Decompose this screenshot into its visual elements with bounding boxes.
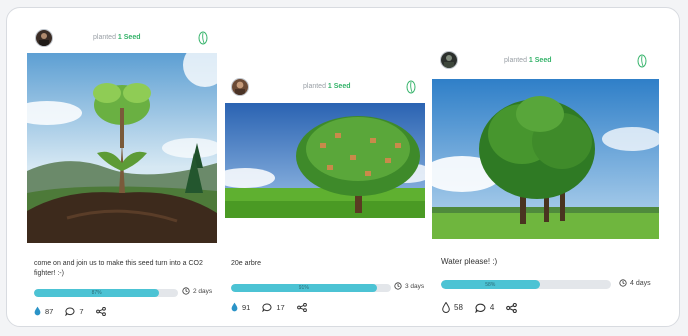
cards-container: planted 1 Seed come on and join us to ma…	[6, 7, 680, 327]
water-drop-icon	[34, 306, 41, 316]
water-drop-icon	[442, 302, 450, 313]
post-caption: come on and join us to make this seed tu…	[34, 260, 203, 277]
days-remaining: 2 days	[182, 287, 212, 295]
user-avatar[interactable]	[440, 51, 458, 69]
progress-label: 58%	[485, 281, 496, 288]
progress-fill: 58%	[441, 280, 540, 289]
progress-label: 91%	[298, 285, 309, 291]
tree-photo[interactable]	[432, 79, 659, 239]
comment-button[interactable]: 4	[475, 303, 494, 313]
user-avatar[interactable]	[231, 78, 249, 96]
growth-progress-bar: 87%	[34, 289, 178, 297]
share-icon	[95, 306, 106, 316]
comment-icon	[262, 302, 272, 312]
clock-icon	[394, 282, 402, 290]
comment-button[interactable]: 17	[262, 302, 285, 312]
water-drop-icon	[231, 302, 238, 312]
leaf-icon[interactable]	[406, 80, 416, 94]
growth-progress-bar: 58%	[441, 280, 611, 289]
card-header: planted 1 Seed	[26, 21, 226, 51]
water-button[interactable]: 87	[34, 306, 53, 316]
card-actions: 58 4	[442, 302, 529, 313]
seed-count: 1 Seed	[327, 83, 351, 90]
days-remaining: 4 days	[619, 279, 651, 287]
progress-label: 87%	[91, 290, 102, 296]
planted-label: planted 1 Seed	[93, 34, 141, 41]
water-count: 87	[45, 306, 54, 316]
card-header: planted 1 Seed	[431, 39, 671, 69]
post-caption: 20e arbre	[231, 260, 261, 267]
comment-icon	[475, 303, 486, 313]
progress-fill: 91%	[231, 284, 377, 292]
post-caption: Water please! :)	[441, 257, 498, 266]
growth-progress-bar: 91%	[231, 284, 391, 292]
seed-count: 1 Seed	[528, 57, 552, 64]
share-icon	[506, 302, 518, 313]
comment-count: 7	[79, 306, 84, 316]
days-remaining: 3 days	[394, 282, 424, 290]
tree-card-1[interactable]: planted 1 Seed come on and join us to ma…	[26, 21, 226, 323]
comment-count: 17	[276, 302, 285, 312]
water-button[interactable]: 91	[231, 302, 250, 312]
water-count: 91	[242, 302, 251, 312]
comment-count: 4	[489, 303, 495, 312]
leaf-icon[interactable]	[198, 31, 208, 45]
card-actions: 91 17	[231, 302, 319, 312]
card-header: planted 1 Seed	[222, 66, 427, 96]
seed-count: 1 Seed	[117, 34, 141, 41]
planted-label: planted 1 Seed	[303, 83, 351, 90]
water-count: 58	[454, 303, 463, 312]
share-button[interactable]	[95, 306, 106, 316]
progress-fill: 87%	[34, 289, 160, 297]
comment-button[interactable]: 7	[65, 306, 84, 316]
comment-icon	[65, 306, 75, 316]
clock-icon	[619, 279, 627, 287]
share-button[interactable]	[296, 302, 307, 312]
water-button[interactable]: 58	[442, 302, 463, 313]
tree-photo[interactable]	[27, 53, 217, 243]
tree-card-2[interactable]: planted 1 Seed 20e arbre 91% 3 days 91 1…	[222, 66, 427, 318]
user-avatar[interactable]	[35, 29, 53, 47]
clock-icon	[182, 287, 190, 295]
planted-label: planted 1 Seed	[504, 57, 552, 64]
card-actions: 87 7	[34, 306, 118, 316]
share-icon	[296, 302, 307, 312]
leaf-icon[interactable]	[637, 54, 647, 68]
tree-photo[interactable]	[225, 103, 425, 218]
tree-card-3[interactable]: planted 1 Seed Water please!:) 58% 4 da…	[431, 39, 671, 319]
share-button[interactable]	[506, 302, 518, 313]
